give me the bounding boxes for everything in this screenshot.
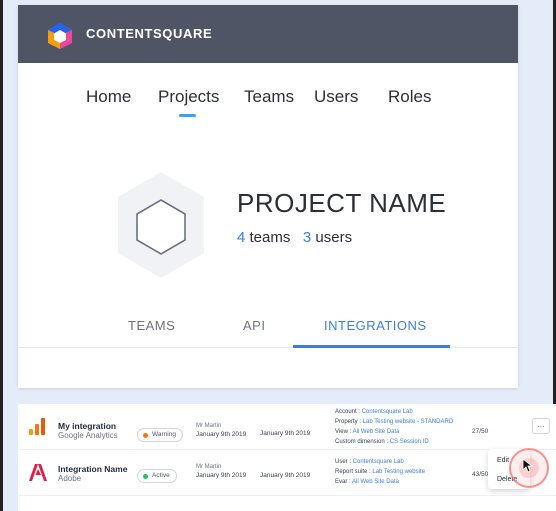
detail-line: User : Contentsquare Lab xyxy=(335,459,404,465)
detail-line: View : All Web Site Data xyxy=(335,429,400,435)
nav-active-indicator xyxy=(179,114,196,117)
usage-count: 43/50 xyxy=(472,471,489,478)
integration-type: Adobe xyxy=(58,474,82,483)
status-dot-icon xyxy=(143,473,148,479)
status-label: Active xyxy=(152,472,170,479)
created-by: Mr Martin xyxy=(196,464,222,470)
main-nav: Home Projects Teams Users Roles xyxy=(18,87,518,117)
brand-name: CONTENTSQUARE xyxy=(86,26,213,41)
created-by: Mr Martin xyxy=(196,423,222,429)
nav-item-teams[interactable]: Teams xyxy=(244,87,294,107)
edit-menu-item[interactable]: Edit xyxy=(497,457,509,464)
teams-count[interactable]: 4 xyxy=(237,229,245,246)
integration-name: My integration xyxy=(58,421,117,431)
nav-item-users[interactable]: Users xyxy=(314,87,358,107)
integration-name: Integration Name xyxy=(58,464,128,474)
detail-line: Property : Lab Testing website - STANDAR… xyxy=(335,419,454,425)
integrations-list: My integration Google Analytics Warning … xyxy=(18,404,556,511)
tab-active-indicator xyxy=(293,345,450,348)
status-dot-icon xyxy=(143,432,148,438)
nav-item-projects[interactable]: Projects xyxy=(158,87,219,107)
table-row[interactable]: My integration Google Analytics Warning … xyxy=(18,404,556,450)
detail-line: Custom dimension : CS Session ID xyxy=(335,439,429,445)
detail-line: Report suite : Lab Testing website xyxy=(335,469,425,475)
tab-teams[interactable]: TEAMS xyxy=(128,318,175,333)
users-count[interactable]: 3 xyxy=(303,229,311,246)
mouse-cursor-icon xyxy=(522,458,533,473)
users-label: users xyxy=(315,229,353,246)
detail-line: Evar : All Web Site Data xyxy=(335,479,399,485)
contentsquare-logo-icon xyxy=(48,23,72,49)
teams-label: teams xyxy=(249,229,291,246)
detail-line: Account : Contentsquare Lab xyxy=(335,409,413,415)
status-label: Warning xyxy=(152,431,176,438)
nav-item-home[interactable]: Home xyxy=(86,87,131,107)
google-analytics-icon xyxy=(29,418,45,435)
more-actions-button[interactable]: ... xyxy=(532,418,550,434)
app-header: CONTENTSQUARE xyxy=(18,5,518,63)
project-title: PROJECT NAME xyxy=(237,188,447,218)
project-card: CONTENTSQUARE Home Projects Teams Users … xyxy=(18,5,518,388)
table-row[interactable]: Integration Name Adobe Active Mr Martin … xyxy=(18,450,556,496)
project-stats: 4 teams 3 users xyxy=(237,229,352,246)
adobe-icon xyxy=(29,464,47,481)
nav-item-roles[interactable]: Roles xyxy=(388,87,431,107)
status-badge: Warning xyxy=(137,428,183,442)
integration-type: Google Analytics xyxy=(58,431,118,440)
status-badge: Active xyxy=(137,469,177,483)
created-date: January 9th 2019 xyxy=(196,472,247,479)
project-avatar-hexagon-icon xyxy=(118,172,204,278)
tab-api[interactable]: API xyxy=(243,318,265,333)
created-date: January 9th 2019 xyxy=(196,431,247,438)
updated-date: January 9th 2019 xyxy=(260,430,311,437)
updated-date: January 9th 2019 xyxy=(260,472,311,479)
usage-count: 27/50 xyxy=(472,428,489,435)
tab-integrations[interactable]: INTEGRATIONS xyxy=(324,318,427,333)
